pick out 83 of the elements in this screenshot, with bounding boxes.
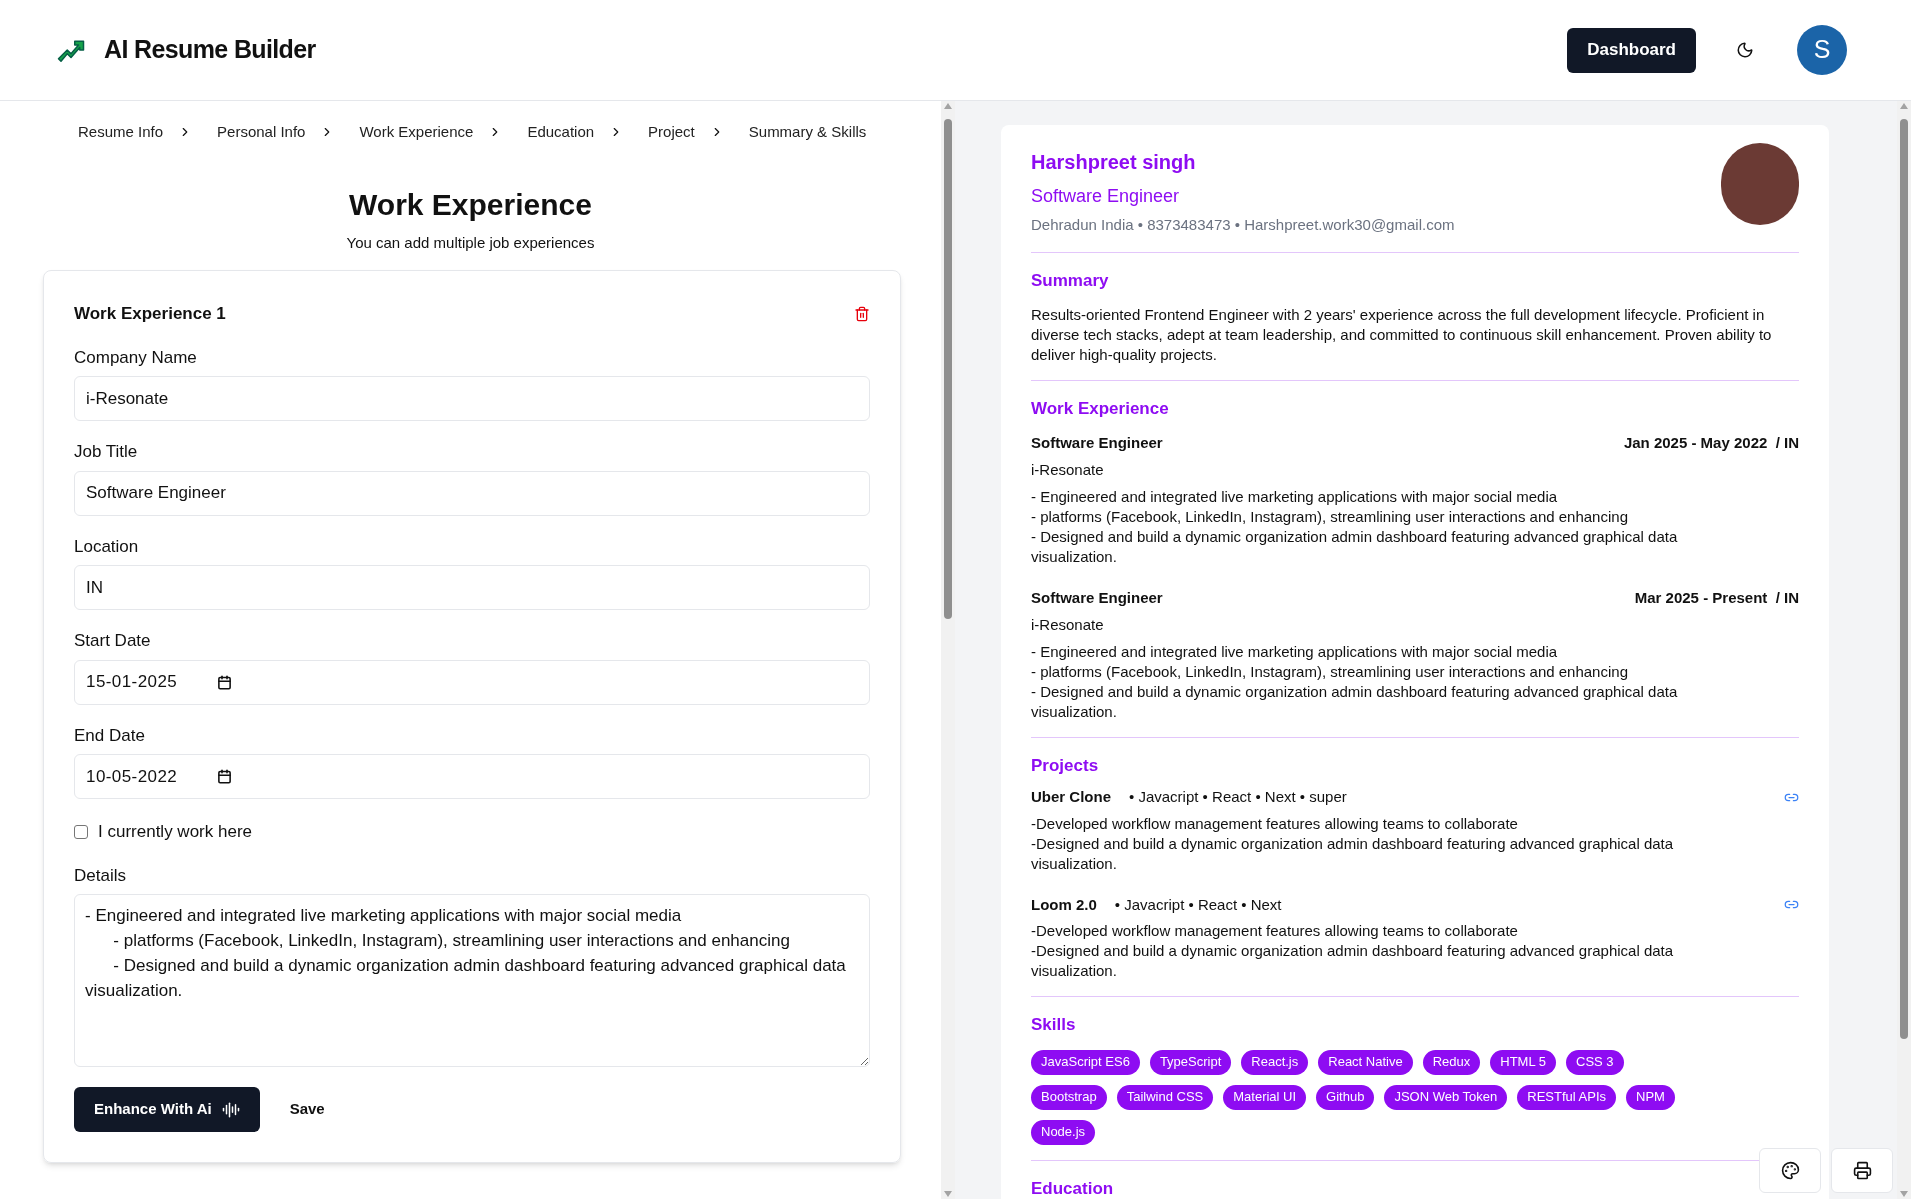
project-tech: • Javacript • React • Next • super bbox=[1129, 787, 1347, 807]
scrollbar[interactable] bbox=[941, 101, 955, 1199]
dark-mode-icon[interactable] bbox=[1736, 41, 1754, 59]
job-dates: Mar 2025 - Present / IN bbox=[1634, 587, 1799, 608]
field-label: Location bbox=[74, 535, 140, 558]
job-detail-line: - Engineered and integrated live marketing applications with major social media bbox=[1031, 641, 1559, 662]
skill-tag: Github bbox=[1316, 1084, 1375, 1110]
input-field[interactable]: IN bbox=[74, 565, 870, 610]
project-detail-line: -Developed workflow management features allowing teams to collaborate bbox=[1031, 813, 1519, 834]
skill-tag: CSS 3 bbox=[1566, 1049, 1624, 1075]
skill-tag: JSON Web Token bbox=[1384, 1084, 1508, 1110]
app-title: AI Resume Builder bbox=[104, 34, 316, 66]
calendar-icon[interactable] bbox=[217, 674, 233, 690]
input-field[interactable]: i-Resonate bbox=[74, 376, 870, 421]
section-heading: Work Experience bbox=[1031, 398, 1170, 420]
audio-wave-icon bbox=[221, 1100, 240, 1119]
checkbox-label: I currently work here bbox=[98, 821, 252, 843]
checkbox[interactable] bbox=[74, 824, 88, 839]
job-detail-line: - Designed and build a dynamic organization admin dashboard featuring advanced graphical data visualization. bbox=[1031, 681, 1679, 722]
skill-tag: React Native bbox=[1318, 1049, 1413, 1075]
job-detail-line: - platforms (Facebook, LinkedIn, Instagram), streamlining user interactions and enhancing bbox=[1031, 661, 1629, 682]
section-heading: Summary bbox=[1031, 269, 1110, 292]
project-tech: • Javacript • React • Next bbox=[1114, 894, 1282, 915]
user-avatar[interactable]: S bbox=[1797, 25, 1847, 75]
input-field[interactable]: Software Engineer bbox=[74, 470, 870, 516]
page-subtitle: You can add multiple job experiences bbox=[345, 232, 596, 253]
job-detail-line: - Designed and build a dynamic organization admin dashboard featuring advanced graphical data visualization. bbox=[1031, 526, 1679, 567]
skill-tag: Tailwind CSS bbox=[1116, 1084, 1214, 1110]
project-detail-line: -Designed and build a dynamic organization admin dashboard featuring advanced graphical data visualization. bbox=[1031, 941, 1675, 981]
section-heading: Projects bbox=[1031, 754, 1100, 777]
breadcrumb-link[interactable]: Resume Info bbox=[78, 121, 164, 144]
project-name: Uber Clone bbox=[1031, 787, 1111, 807]
project-name: Loom 2.0 bbox=[1031, 894, 1097, 915]
company-name: i-Resonate bbox=[1031, 615, 1105, 635]
breadcrumb-link[interactable]: Work Experience bbox=[359, 121, 474, 144]
job-title: Software Engineer bbox=[1031, 432, 1163, 453]
skill-tag: HTML 5 bbox=[1490, 1049, 1556, 1075]
breadcrumb-link[interactable]: Summary & Skills bbox=[748, 121, 867, 144]
details-textarea[interactable]: - Engineered and integrated live marketing applications with major social media - platforms (Facebook, LinkedIn, Instagram), streamlining user interactions and enhancing - Designed and build a dynamic organization admin dashboard featuring advanced graphical data visualization. bbox=[74, 894, 870, 1067]
project-detail-line: -Designed and build a dynamic organization admin dashboard featuring advanced graphical data visualization. bbox=[1031, 833, 1675, 874]
dashboard-button[interactable]: Dashboard bbox=[1567, 27, 1696, 73]
resume-contact: Dehradun India • 8373483473 • Harshpreet.work30@gmail.com bbox=[1031, 215, 1455, 235]
palette-icon bbox=[1780, 1161, 1800, 1180]
skill-tag: TypeScript bbox=[1149, 1049, 1232, 1075]
breadcrumb-link[interactable]: Education bbox=[527, 121, 595, 144]
page-heading: Work Experience bbox=[348, 189, 593, 220]
skill-tag: JavaScript ES6 bbox=[1031, 1049, 1140, 1075]
skill-tag: Redux bbox=[1422, 1049, 1481, 1075]
skill-tag: React.js bbox=[1241, 1049, 1309, 1075]
delete-icon[interactable] bbox=[854, 305, 870, 322]
job-dates: Jan 2025 - May 2022 / IN bbox=[1623, 432, 1799, 453]
resume-name: Harshpreet singh bbox=[1031, 150, 1197, 175]
section-heading: Education bbox=[1031, 1177, 1115, 1199]
calendar-icon[interactable] bbox=[217, 769, 233, 784]
skill-tag: RESTful APIs bbox=[1517, 1084, 1617, 1110]
company-name: i-Resonate bbox=[1031, 460, 1105, 480]
breadcrumb-link[interactable]: Personal Info bbox=[217, 121, 306, 144]
resume-job-title: Software Engineer bbox=[1031, 185, 1181, 208]
skill-tag: Node.js bbox=[1031, 1119, 1096, 1145]
print-button[interactable] bbox=[1831, 1148, 1893, 1193]
enhance-with-ai-button[interactable]: Enhance With Ai bbox=[74, 1087, 260, 1132]
scrollbar[interactable] bbox=[1897, 101, 1911, 1199]
skill-tag: Bootstrap bbox=[1031, 1084, 1107, 1110]
field-label: Start Date bbox=[74, 630, 152, 652]
job-detail-line: - platforms (Facebook, LinkedIn, Instagram), streamlining user interactions and enhancing bbox=[1031, 506, 1629, 527]
summary-text: Results-oriented Frontend Engineer with 2 years' experience across the full development lifecycle. Proficient in diverse tech stacks, adept at team leadership, and committed to continuous skill enhancement. Proven ability to deliver high-quality projects. bbox=[1031, 305, 1773, 365]
job-title: Software Engineer bbox=[1031, 587, 1163, 608]
skill-tag: Material UI bbox=[1223, 1084, 1307, 1110]
field-label: End Date bbox=[74, 724, 146, 747]
palette-button[interactable] bbox=[1759, 1148, 1821, 1193]
project-detail-line: -Developed workflow management features allowing teams to collaborate bbox=[1031, 921, 1519, 941]
field-label: Job Title bbox=[74, 441, 139, 463]
date-field[interactable]: 10-05-2022 bbox=[74, 754, 870, 799]
field-label: Company Name bbox=[74, 346, 198, 369]
card-title: Work Experience 1 bbox=[74, 303, 226, 325]
printer-icon bbox=[1852, 1161, 1872, 1180]
job-detail-line: - Engineered and integrated live marketing applications with major social media bbox=[1031, 486, 1559, 507]
field-label: Details bbox=[74, 864, 127, 887]
skill-tag: NPM bbox=[1626, 1084, 1675, 1110]
date-field[interactable]: 15-01-2025 bbox=[74, 659, 870, 705]
section-heading: Skills bbox=[1031, 1014, 1077, 1036]
save-button[interactable]: Save bbox=[289, 1098, 325, 1121]
breadcrumb-link[interactable]: Project bbox=[648, 121, 695, 144]
